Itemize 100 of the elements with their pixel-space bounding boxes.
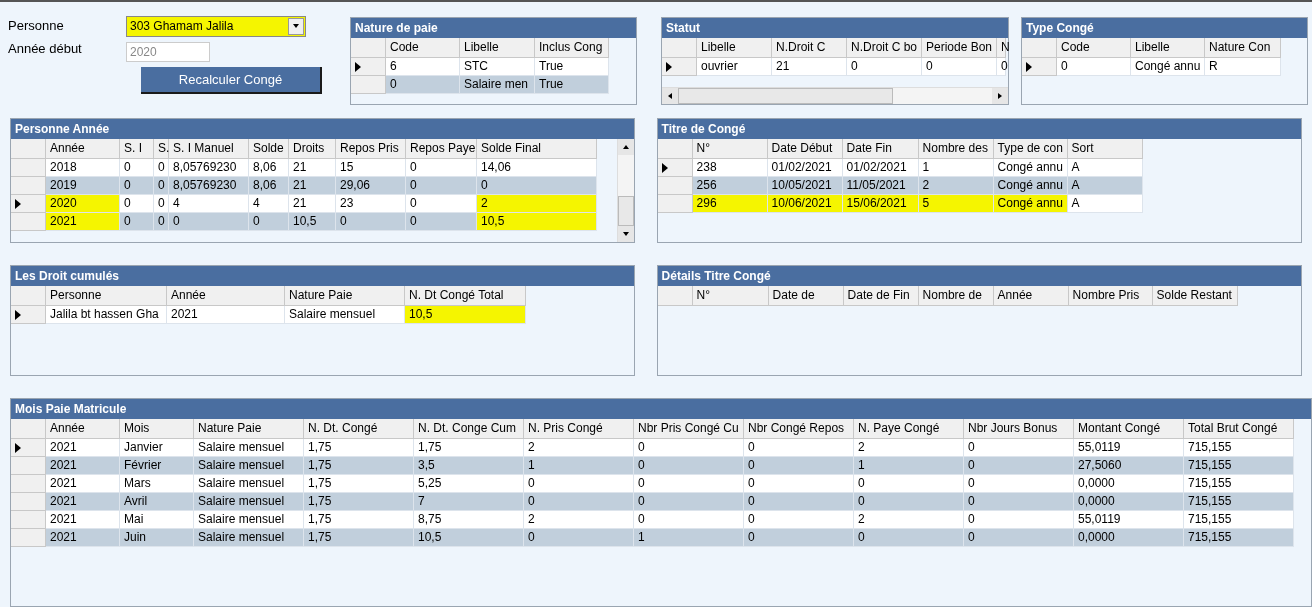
- column-header[interactable]: Droits: [289, 139, 336, 159]
- dropdown-button[interactable]: [288, 17, 304, 35]
- column-header[interactable]: Année: [46, 139, 120, 159]
- input-field[interactable]: 2020: [126, 42, 210, 62]
- panel-title: Les Droit cumulés: [11, 266, 634, 286]
- table-cell: A: [1067, 159, 1143, 177]
- column-header[interactable]: Nombre Pris: [1068, 286, 1153, 306]
- column-header[interactable]: Type de con: [993, 139, 1068, 159]
- table-cell: 2: [524, 511, 634, 529]
- column-header[interactable]: Nature Paie: [285, 286, 405, 306]
- column-header[interactable]: N. Paye Congé: [854, 419, 964, 439]
- table-cell: 0: [1057, 58, 1131, 76]
- column-header[interactable]: N. Dt Congé Total: [405, 286, 526, 306]
- row-header[interactable]: [351, 58, 386, 76]
- column-header[interactable]: Libelle: [1131, 38, 1205, 58]
- table-cell: R: [1205, 58, 1281, 76]
- column-header[interactable]: Année: [993, 286, 1069, 306]
- column-header[interactable]: Personne: [46, 286, 167, 306]
- column-header[interactable]: Date Fin: [842, 139, 919, 159]
- column-header[interactable]: Année: [46, 419, 120, 439]
- column-header[interactable]: N°: [692, 139, 768, 159]
- table-cell: 0: [997, 58, 1006, 76]
- table-cell: 0,0000: [1074, 493, 1184, 511]
- column-header[interactable]: Solde Restant: [1152, 286, 1238, 306]
- column-header[interactable]: Total Brut Congé: [1184, 419, 1294, 439]
- column-header[interactable]: S. I: [120, 139, 154, 159]
- table-cell: 15/06/2021: [842, 195, 919, 213]
- column-header[interactable]: Nature Con: [1205, 38, 1281, 58]
- row-header[interactable]: [11, 195, 46, 213]
- column-header[interactable]: S.: [154, 139, 169, 159]
- row-header[interactable]: [662, 58, 697, 76]
- table-cell: 2019: [46, 177, 120, 195]
- table-cell: 23: [336, 195, 406, 213]
- horizontal-scrollbar[interactable]: [662, 87, 1008, 104]
- table-cell: 0: [964, 439, 1074, 457]
- column-header[interactable]: Nature Paie: [194, 419, 304, 439]
- column-header[interactable]: N.Droit C: [772, 38, 847, 58]
- column-header[interactable]: N. Pris Congé: [524, 419, 634, 439]
- table-cell: 10/06/2021: [767, 195, 843, 213]
- column-header[interactable]: Solde Final: [477, 139, 597, 159]
- table-cell: 8,06: [249, 177, 289, 195]
- column-header[interactable]: Libelle: [460, 38, 535, 58]
- table-cell: 2: [854, 439, 964, 457]
- vertical-scrollbar[interactable]: [616, 139, 634, 242]
- recalculate-button[interactable]: Recalculer Congé: [141, 67, 322, 94]
- column-header[interactable]: S. I Manuel: [169, 139, 249, 159]
- column-header[interactable]: Repos Pris: [336, 139, 406, 159]
- table-cell: 0: [120, 213, 154, 231]
- person-select[interactable]: 303 Ghamam Jalila: [126, 15, 306, 37]
- column-header[interactable]: Nombre de: [918, 286, 994, 306]
- table-cell: 2021: [46, 439, 120, 457]
- column-header[interactable]: N. Dt. Congé: [304, 419, 414, 439]
- column-header[interactable]: N°: [692, 286, 769, 306]
- column-header[interactable]: Repos Paye: [406, 139, 477, 159]
- table-cell: 2: [918, 177, 994, 195]
- column-header[interactable]: Libelle: [697, 38, 772, 58]
- column-header[interactable]: Année: [167, 286, 285, 306]
- column-header[interactable]: Code: [386, 38, 460, 58]
- column-header[interactable]: Mois: [120, 419, 194, 439]
- row-header[interactable]: [11, 306, 46, 324]
- column-header[interactable]: Periode Bon: [922, 38, 997, 58]
- field-label: Année début: [8, 40, 83, 58]
- table-cell: 0: [634, 457, 744, 475]
- column-header[interactable]: Montant Congé: [1074, 419, 1184, 439]
- column-header[interactable]: Sort: [1067, 139, 1143, 159]
- table-cell: 0: [406, 159, 477, 177]
- column-header[interactable]: Date de Fin: [843, 286, 919, 306]
- row-pointer-icon: [15, 198, 21, 209]
- row-header[interactable]: [1022, 58, 1057, 76]
- column-header[interactable]: Code: [1057, 38, 1131, 58]
- table-cell: 1,75: [304, 457, 414, 475]
- column-header[interactable]: Inclus Cong: [535, 38, 609, 58]
- table-cell: 0: [524, 475, 634, 493]
- column-header[interactable]: N. Dt. Conge Cum: [414, 419, 524, 439]
- column-header[interactable]: Nbr Jours Bonus: [964, 419, 1074, 439]
- column-header[interactable]: Date Début: [767, 139, 843, 159]
- table-cell: 2: [524, 439, 634, 457]
- table-cell: 0,0000: [1074, 475, 1184, 493]
- scrollbar-thumb[interactable]: [617, 196, 634, 226]
- table-cell: 2021: [46, 529, 120, 547]
- table-cell: 55,0119: [1074, 439, 1184, 457]
- panel-title: Personne Année: [11, 119, 634, 139]
- table-cell: 2021: [46, 213, 120, 231]
- column-header[interactable]: Date de: [768, 286, 844, 306]
- row-header[interactable]: [11, 439, 46, 457]
- column-header[interactable]: Nbr Congé Repos: [744, 419, 854, 439]
- column-header[interactable]: Nombre des: [918, 139, 994, 159]
- panel-title: Type Congé: [1022, 18, 1307, 38]
- panel-title: Statut: [662, 18, 1008, 38]
- column-header[interactable]: Solde: [249, 139, 289, 159]
- table-cell: 0: [744, 529, 854, 547]
- row-header[interactable]: [657, 159, 693, 177]
- table-cell: 0: [634, 511, 744, 529]
- column-header[interactable]: Nbr Pris Congé Cu: [634, 419, 744, 439]
- select-value: 303 Ghamam Jalila: [129, 18, 235, 35]
- table-cell: 715,155: [1184, 493, 1294, 511]
- column-header[interactable]: N.Droit C bo: [847, 38, 922, 58]
- table-cell: 1,75: [304, 475, 414, 493]
- scrollbar-thumb[interactable]: [678, 88, 893, 104]
- row-pointer-icon: [15, 442, 21, 453]
